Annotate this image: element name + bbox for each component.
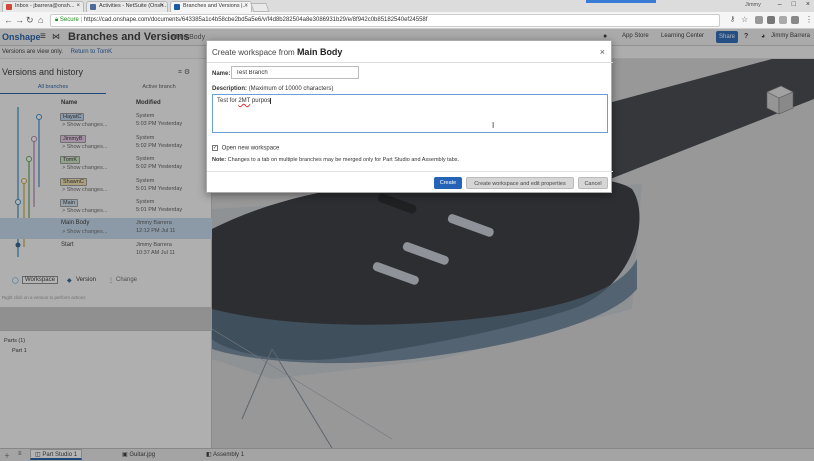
new-tab-button[interactable] [250, 3, 270, 12]
extension-icon[interactable] [755, 16, 763, 24]
extension-icon[interactable] [791, 16, 799, 24]
window-controls: – □ × [768, 1, 810, 8]
minimize-icon[interactable]: – [778, 1, 782, 8]
open-workspace-option[interactable]: ✓ Open new workspace [212, 145, 279, 152]
name-label: Name: [212, 71, 231, 77]
reload-icon[interactable]: ↻ [26, 15, 34, 26]
create-and-edit-button[interactable]: Create workspace and edit properties [466, 177, 574, 189]
create-workspace-dialog: Create workspace from Main Body × Name: … [206, 40, 613, 193]
netsuite-icon [90, 4, 96, 10]
url-input[interactable]: 🔒︎ Secure | https://cad.onshape.com/docu… [50, 14, 720, 27]
name-input[interactable] [231, 66, 359, 79]
description-label: Description: (Maximum of 10000 character… [212, 86, 334, 92]
open-workspace-checkbox[interactable]: ✓ [212, 145, 218, 151]
browser-tab-branches[interactable]: Branches and Versions |... × [170, 1, 252, 12]
browser-tab-activities[interactable]: Activities - NetSuite (Onsh... × [86, 1, 168, 12]
browser-tab-inbox[interactable]: Inbox - jbarrera@onsh... × [2, 1, 84, 12]
close-icon[interactable]: × [160, 3, 164, 9]
cancel-button[interactable]: Cancel [578, 177, 608, 189]
dialog-title: Create workspace from Main Body [212, 47, 343, 57]
key-icon[interactable]: ⚷ [730, 15, 735, 23]
maximize-icon[interactable]: □ [792, 1, 796, 8]
back-icon[interactable]: ← [4, 15, 13, 25]
close-window-icon[interactable]: × [806, 1, 810, 8]
close-icon[interactable]: × [244, 3, 248, 9]
description-textarea[interactable]: Test for 2MT purpos [212, 94, 608, 133]
menu-icon[interactable]: ⋮ [805, 15, 813, 24]
extension-icon[interactable] [767, 16, 775, 24]
gmail-icon [6, 4, 12, 10]
dialog-note: Note: Changes to a tab on multiple branc… [212, 157, 460, 163]
lock-icon: 🔒︎ [55, 17, 59, 23]
onshape-icon [174, 4, 180, 10]
browser-user[interactable]: Jimmy [745, 2, 761, 8]
home-icon[interactable]: ⌂ [38, 15, 43, 25]
star-icon[interactable]: ☆ [741, 15, 748, 24]
window-accent-bar [586, 0, 656, 3]
close-icon[interactable]: × [600, 47, 605, 57]
browser-tab-bar: Inbox - jbarrera@onsh... × Activities - … [0, 0, 814, 12]
close-icon[interactable]: × [76, 3, 80, 9]
text-cursor [270, 98, 272, 104]
create-button[interactable]: Create [434, 177, 462, 189]
extension-icon[interactable] [779, 16, 787, 24]
divider [207, 171, 613, 172]
divider [207, 62, 613, 63]
forward-icon[interactable]: → [15, 15, 24, 25]
ibeam-cursor-icon: I [492, 121, 495, 130]
address-bar: ← → ↻ ⌂ 🔒︎ Secure | https://cad.onshape.… [0, 12, 814, 29]
